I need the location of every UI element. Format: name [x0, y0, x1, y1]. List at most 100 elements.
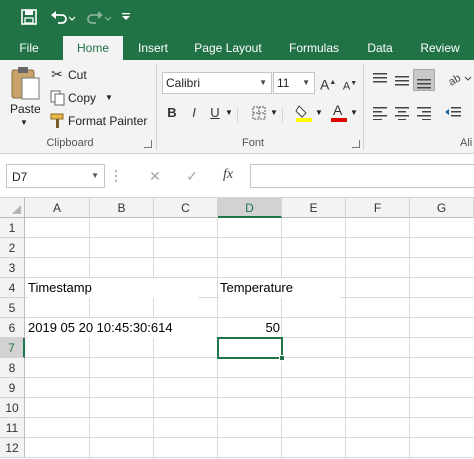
fill-color-icon[interactable]: [295, 103, 313, 123]
paste-icon: [11, 67, 40, 100]
paste-button[interactable]: Paste ▼: [6, 66, 44, 132]
font-launcher-icon[interactable]: [352, 140, 360, 148]
row-header-3[interactable]: 3: [0, 258, 25, 278]
chevron-down-icon: ▼: [105, 93, 113, 102]
cancel-icon[interactable]: ✕: [146, 166, 164, 186]
gridline: [345, 218, 346, 459]
chevron-down-icon: ▼: [302, 78, 310, 87]
tab-file[interactable]: File: [8, 36, 50, 60]
borders-icon[interactable]: [252, 106, 268, 120]
shrink-font-icon[interactable]: A▼: [342, 74, 358, 97]
chevron-down-icon: ▼: [315, 108, 323, 117]
enter-icon[interactable]: ✓: [183, 166, 201, 186]
cut-label: Cut: [68, 68, 87, 82]
top-align-icon[interactable]: [372, 72, 388, 86]
grow-font-icon[interactable]: A▲: [320, 73, 336, 95]
gridline: [409, 218, 410, 459]
font-group-label: Font: [241, 137, 264, 149]
save-icon[interactable]: [18, 6, 40, 28]
copy-button[interactable]: Copy ▼: [48, 88, 118, 108]
font-name-value: Calibri: [166, 76, 201, 90]
row-header-11[interactable]: 11: [0, 418, 25, 438]
row-header-2[interactable]: 2: [0, 238, 25, 258]
row-header-7[interactable]: 7: [0, 338, 25, 358]
tab-data[interactable]: Data: [358, 36, 402, 60]
bottom-align-icon[interactable]: [413, 69, 435, 91]
svg-text:ab: ab: [447, 72, 463, 88]
chevron-down-icon: ▼: [91, 171, 99, 180]
undo-icon[interactable]: [48, 6, 78, 28]
name-box[interactable]: D7 ▼: [6, 164, 105, 188]
decrease-indent-icon[interactable]: [444, 106, 462, 120]
column-header-b[interactable]: B: [90, 198, 154, 218]
underline-button[interactable]: U: [207, 103, 223, 123]
align-right-icon[interactable]: [416, 106, 432, 120]
divider: [237, 108, 238, 122]
row-header-10[interactable]: 10: [0, 398, 25, 418]
tab-formulas[interactable]: Formulas: [280, 36, 348, 60]
fill-handle[interactable]: [279, 355, 285, 361]
format-painter-button[interactable]: Format Painter: [48, 111, 152, 131]
cell-d4[interactable]: Temperature: [220, 278, 340, 298]
formula-bar-grip-icon[interactable]: [114, 168, 118, 184]
row-header-4[interactable]: 4: [0, 278, 25, 298]
redo-icon[interactable]: [84, 6, 114, 28]
ribbon-tabs: File Home Insert Page Layout Formulas Da…: [0, 36, 474, 60]
alignment-group-label: Ali: [460, 137, 473, 149]
quick-access-toolbar: [0, 0, 474, 36]
row-header-1[interactable]: 1: [0, 218, 25, 238]
chevron-down-icon: ▼: [225, 108, 233, 117]
cut-button[interactable]: ✂ Cut: [48, 65, 108, 85]
ribbon: Paste ▼ ✂ Cut Copy ▼ Format Painter Clip…: [0, 60, 474, 154]
gridline: [25, 257, 474, 258]
chevron-down-icon: ▼: [259, 78, 267, 87]
row-header-12[interactable]: 12: [0, 438, 25, 458]
orientation-icon[interactable]: ab: [446, 70, 474, 89]
divider: [282, 108, 283, 122]
clipboard-group-label: Clipboard: [46, 137, 94, 149]
tab-home[interactable]: Home: [63, 36, 123, 60]
font-name-select[interactable]: Calibri ▼: [162, 72, 272, 94]
font-color-icon[interactable]: A: [330, 102, 348, 123]
gridline: [25, 237, 474, 238]
column-header-a[interactable]: A: [25, 198, 90, 218]
row-header-8[interactable]: 8: [0, 358, 25, 378]
column-header-c[interactable]: C: [154, 198, 218, 218]
format-painter-label: Format Painter: [68, 114, 148, 128]
gridline: [25, 377, 474, 378]
font-size-select[interactable]: 11 ▼: [273, 72, 315, 94]
cell-d6[interactable]: 50: [218, 318, 280, 338]
paste-label: Paste: [10, 102, 41, 116]
formula-bar: D7 ▼ ✕ ✓ fx: [0, 155, 474, 198]
middle-align-icon[interactable]: [394, 72, 410, 86]
gridline: [25, 457, 474, 458]
customize-qat-icon[interactable]: [118, 6, 134, 28]
cell-a6[interactable]: 2019 05 20 10:45:30:614: [28, 318, 216, 338]
row-header-6[interactable]: 6: [0, 318, 25, 338]
chevron-down-icon: ▼: [270, 108, 278, 117]
cell-a4[interactable]: Timestamp: [28, 278, 198, 298]
row-header-9[interactable]: 9: [0, 378, 25, 398]
select-all-button[interactable]: [0, 198, 25, 218]
gridline: [25, 437, 474, 438]
tab-insert[interactable]: Insert: [128, 36, 178, 60]
selected-cell-d7[interactable]: [217, 337, 283, 359]
column-header-f[interactable]: F: [346, 198, 410, 218]
insert-function-icon[interactable]: fx: [219, 165, 237, 185]
italic-button[interactable]: I: [186, 103, 202, 123]
column-header-g[interactable]: G: [410, 198, 474, 218]
align-center-icon[interactable]: [394, 106, 410, 120]
gridline: [25, 397, 474, 398]
tab-review[interactable]: Review: [412, 36, 468, 60]
bold-button[interactable]: B: [164, 103, 180, 123]
copy-icon: [50, 90, 65, 106]
column-header-d[interactable]: D: [218, 198, 282, 218]
group-separator: [363, 64, 364, 150]
clipboard-launcher-icon[interactable]: [144, 140, 152, 148]
tab-page-layout[interactable]: Page Layout: [188, 36, 268, 60]
chevron-down-icon: ▼: [350, 108, 358, 117]
row-header-5[interactable]: 5: [0, 298, 25, 318]
align-left-icon[interactable]: [372, 106, 388, 120]
formula-input[interactable]: [250, 164, 474, 188]
column-header-e[interactable]: E: [282, 198, 346, 218]
